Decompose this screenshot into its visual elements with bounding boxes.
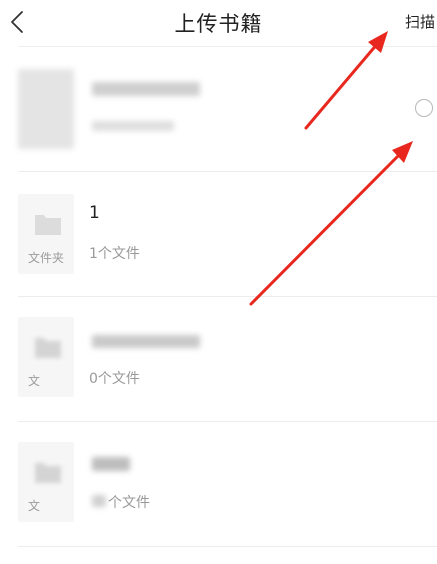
- folder-icon: [35, 215, 61, 235]
- book-cover-thumbnail: [18, 69, 74, 149]
- list-item-file-count: 个文件: [108, 495, 150, 511]
- list-item[interactable]: 文件夹 1 1个文件: [0, 172, 437, 296]
- list-item[interactable]: [0, 47, 437, 171]
- folder-type-label: 文件夹: [27, 251, 64, 265]
- folder-name-redacted: [92, 335, 200, 348]
- folder-type-label: 文: [28, 374, 41, 388]
- list-item-name: 1: [89, 203, 100, 223]
- page-title: 上传书籍: [174, 12, 263, 36]
- folder-type-label: 文: [28, 499, 41, 513]
- folder-icon: [35, 463, 61, 483]
- select-radio[interactable]: [415, 99, 433, 117]
- list-item-file-count: 0个文件: [89, 371, 140, 387]
- folder-thumbnail: 文: [18, 442, 74, 522]
- list-item[interactable]: 文 0个文件: [0, 297, 437, 421]
- upload-books-screen: 上传书籍 扫描 文件夹 1 1个文件 文 0个文件 文 个文件: [0, 0, 437, 564]
- row-divider: [18, 546, 437, 547]
- top-bar: 上传书籍 扫描: [0, 0, 437, 46]
- list-item-file-count: 1个文件: [89, 246, 140, 262]
- book-title-redacted: [92, 82, 200, 96]
- scan-button[interactable]: 扫描: [405, 11, 435, 32]
- folder-thumbnail: 文件夹: [18, 194, 74, 274]
- folder-thumbnail: 文: [18, 317, 74, 397]
- folder-icon: [35, 338, 61, 358]
- file-count-redacted: [92, 495, 106, 507]
- book-meta-redacted: [92, 121, 174, 131]
- folder-name-redacted: [92, 457, 130, 471]
- list-item[interactable]: 文 个文件: [0, 422, 437, 546]
